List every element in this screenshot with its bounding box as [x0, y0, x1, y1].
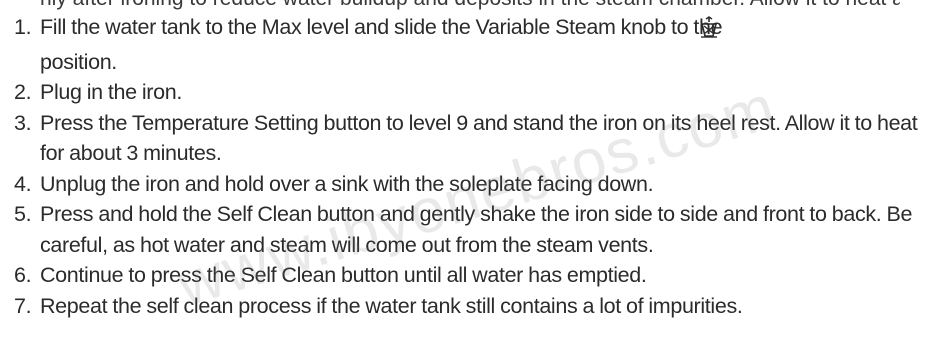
step-number: 3.	[14, 110, 32, 135]
step-text: Press and hold the Self Clean button and…	[40, 202, 913, 257]
step-number: 6.	[14, 263, 32, 287]
list-item: 6. Continue to press the Self Clean butto…	[14, 260, 926, 291]
step-text-continued: position.	[40, 49, 117, 74]
list-item: 1. Fill the water tank to the Max level a…	[14, 12, 926, 77]
step-number: 4.	[14, 171, 32, 196]
step-text: Unplug the iron and hold over a sink wit…	[40, 171, 654, 196]
step-text: Continue to press the Self Clean button …	[40, 263, 647, 287]
step-number: 1.	[14, 15, 32, 39]
instruction-list: 1. Fill the water tank to the Max level a…	[14, 12, 926, 321]
partial-text-line: nly after ironing to reduce water buildu…	[40, 0, 900, 11]
step-text: Repeat the self clean process if the wat…	[40, 293, 743, 318]
list-item: 5. Press and hold the Self Clean button a…	[14, 199, 926, 260]
step-number: 2.	[14, 80, 32, 104]
manual-page: nly after ironing to reduce water buildu…	[0, 0, 933, 353]
step-number: 5.	[14, 202, 32, 226]
step-text: Press the Temperature Setting button to …	[40, 110, 918, 166]
step-text: Plug in the iron.	[40, 80, 182, 104]
list-item: 7. Repeat the self clean process if the w…	[14, 291, 926, 322]
step-text: Fill the water tank to the Max level and…	[40, 15, 723, 39]
list-item: 4. Unplug the iron and hold over a sink w…	[14, 169, 926, 200]
list-item: 2. Plug in the iron.	[14, 77, 926, 108]
step-number: 7.	[14, 293, 32, 318]
list-item: 3. Press the Temperature Setting button t…	[14, 108, 926, 169]
